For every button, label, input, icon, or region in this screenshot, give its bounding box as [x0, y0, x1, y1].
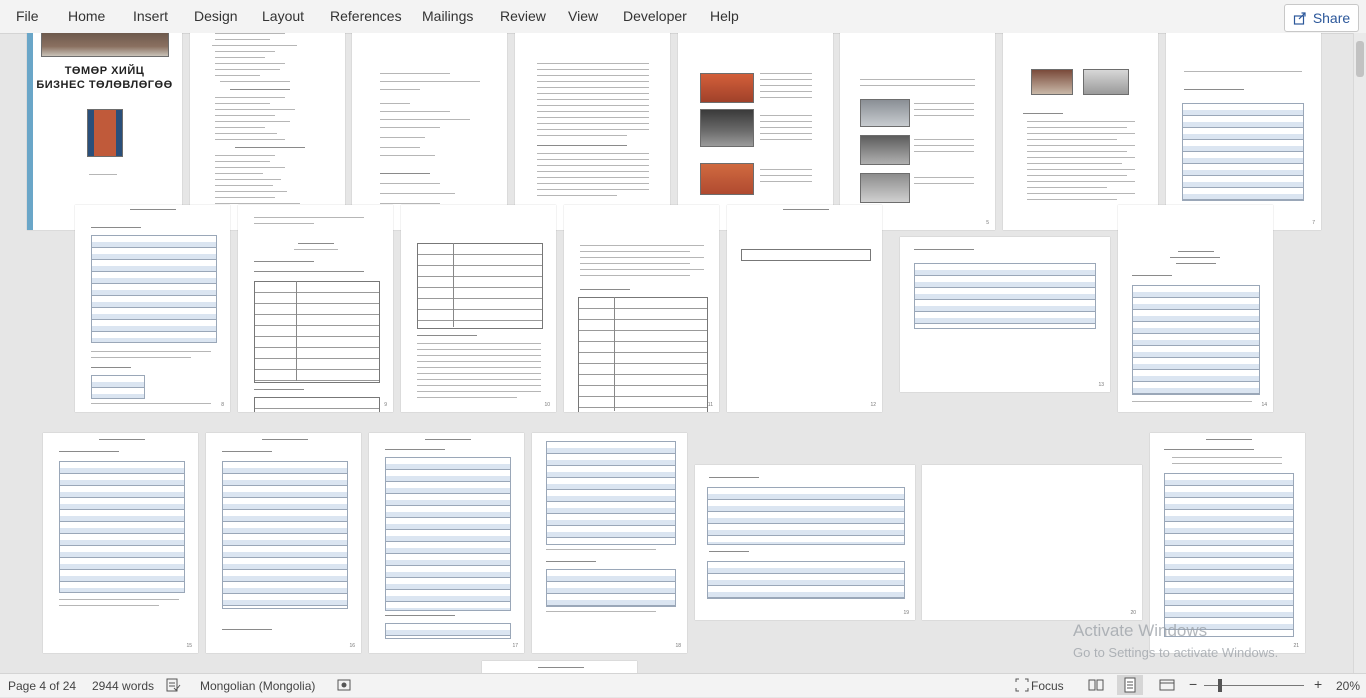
document-page[interactable]: 14: [1118, 205, 1273, 412]
cover-accent-bar: [27, 33, 33, 230]
zoom-level[interactable]: 20%: [1336, 679, 1360, 693]
data-table: [546, 441, 676, 545]
document-page[interactable]: 9: [238, 205, 393, 412]
document-page[interactable]: 17: [369, 433, 524, 653]
tab-layout[interactable]: Layout: [262, 8, 304, 24]
tab-review[interactable]: Review: [500, 8, 546, 24]
document-page[interactable]: 15: [43, 433, 198, 653]
document-page[interactable]: 18: [532, 433, 687, 653]
data-table: [1132, 285, 1260, 395]
gate-photo: [700, 109, 754, 147]
document-page[interactable]: 21: [1150, 433, 1305, 653]
focus-icon[interactable]: [1014, 677, 1030, 696]
document-page[interactable]: 5: [840, 33, 995, 230]
ribbon-tab-bar: File Home Insert Design Layout Reference…: [0, 0, 1366, 34]
tab-view[interactable]: View: [568, 8, 598, 24]
fence-photo: [1031, 69, 1073, 95]
cover-subtitle: БИЗНЕС ТӨЛӨВЛӨГӨӨ: [36, 79, 173, 91]
data-table: [91, 235, 217, 343]
tab-insert[interactable]: Insert: [133, 8, 168, 24]
data-table: [578, 297, 708, 412]
activation-watermark-hint: Go to Settings to activate Windows.: [1073, 645, 1279, 660]
document-page[interactable]: ТӨМӨР ХИЙЦ БИЗНЕС ТӨЛӨВЛӨГӨӨ: [27, 33, 182, 230]
tab-design[interactable]: Design: [194, 8, 238, 24]
document-page[interactable]: 2: [352, 33, 507, 230]
data-table: [707, 561, 905, 599]
document-page[interactable]: 12: [727, 205, 882, 412]
tab-mailings[interactable]: Mailings: [422, 8, 473, 24]
fence-photo: [700, 73, 754, 103]
document-page[interactable]: 8: [75, 205, 230, 412]
document-page-landscape[interactable]: 13: [900, 237, 1110, 392]
tab-file[interactable]: File: [16, 8, 39, 24]
tab-developer[interactable]: Developer: [623, 8, 687, 24]
tab-help[interactable]: Help: [710, 8, 739, 24]
data-table: [546, 569, 676, 607]
document-page[interactable]: 3: [515, 33, 670, 230]
data-table: [1164, 473, 1294, 637]
document-page[interactable]: 4: [678, 33, 833, 230]
share-label: Share: [1312, 10, 1351, 26]
read-mode-icon[interactable]: [1087, 677, 1105, 696]
data-table: [59, 461, 185, 593]
vertical-scrollbar[interactable]: [1353, 33, 1366, 673]
word-count[interactable]: 2944 words: [92, 679, 154, 693]
tab-home[interactable]: Home: [68, 8, 105, 24]
document-page[interactable]: 6: [1003, 33, 1158, 230]
cover-photo-top: [41, 33, 169, 57]
data-table: [385, 623, 511, 639]
macro-record-icon[interactable]: [336, 677, 352, 696]
tab-references[interactable]: References: [330, 8, 402, 24]
scrollbar-thumb[interactable]: [1356, 41, 1364, 77]
document-page[interactable]: 16: [206, 433, 361, 653]
share-icon: [1293, 11, 1307, 25]
activation-watermark: Activate Windows: [1073, 621, 1208, 640]
document-page-landscape[interactable]: 20: [922, 465, 1142, 620]
focus-button[interactable]: Focus: [1031, 679, 1064, 693]
data-table: [417, 243, 543, 329]
data-table: [91, 375, 145, 399]
cover-photo-bin: [87, 109, 123, 157]
data-table: [254, 281, 380, 383]
cover-title: ТӨМӨР ХИЙЦ: [64, 65, 145, 77]
share-button[interactable]: Share: [1284, 4, 1359, 32]
zoom-slider-thumb[interactable]: [1218, 679, 1222, 692]
data-table: [222, 461, 348, 609]
document-page[interactable]: [482, 661, 637, 673]
document-page[interactable]: 10: [401, 205, 556, 412]
fence-photo: [700, 163, 754, 195]
zoom-in-button[interactable]: +: [1314, 676, 1322, 692]
document-canvas[interactable]: ТӨМӨР ХИЙЦ БИЗНЕС ТӨЛӨВЛӨГӨӨ 1 2: [0, 33, 1354, 673]
zoom-out-button[interactable]: −: [1189, 676, 1197, 692]
fence-photo: [860, 135, 910, 165]
web-layout-icon[interactable]: [1158, 677, 1176, 696]
data-table: [707, 487, 905, 545]
fence-photo: [860, 173, 910, 203]
fence-photo: [860, 99, 910, 127]
data-table: [741, 249, 871, 261]
data-table: [385, 457, 511, 611]
document-page[interactable]: 11: [564, 205, 719, 412]
document-page-landscape[interactable]: 19: [695, 465, 915, 620]
document-page[interactable]: 7: [1166, 33, 1321, 230]
language[interactable]: Mongolian (Mongolia): [200, 679, 315, 693]
page-count[interactable]: Page 4 of 24: [8, 679, 76, 693]
data-table: [254, 397, 380, 412]
print-layout-icon[interactable]: [1117, 675, 1143, 695]
data-table: [914, 263, 1096, 329]
data-table: [1182, 103, 1304, 201]
status-bar: Page 4 of 24 2944 words Mongolian (Mongo…: [0, 673, 1366, 697]
proofing-icon[interactable]: [165, 677, 181, 696]
fence-photo: [1083, 69, 1129, 95]
document-page[interactable]: 1: [190, 33, 345, 230]
